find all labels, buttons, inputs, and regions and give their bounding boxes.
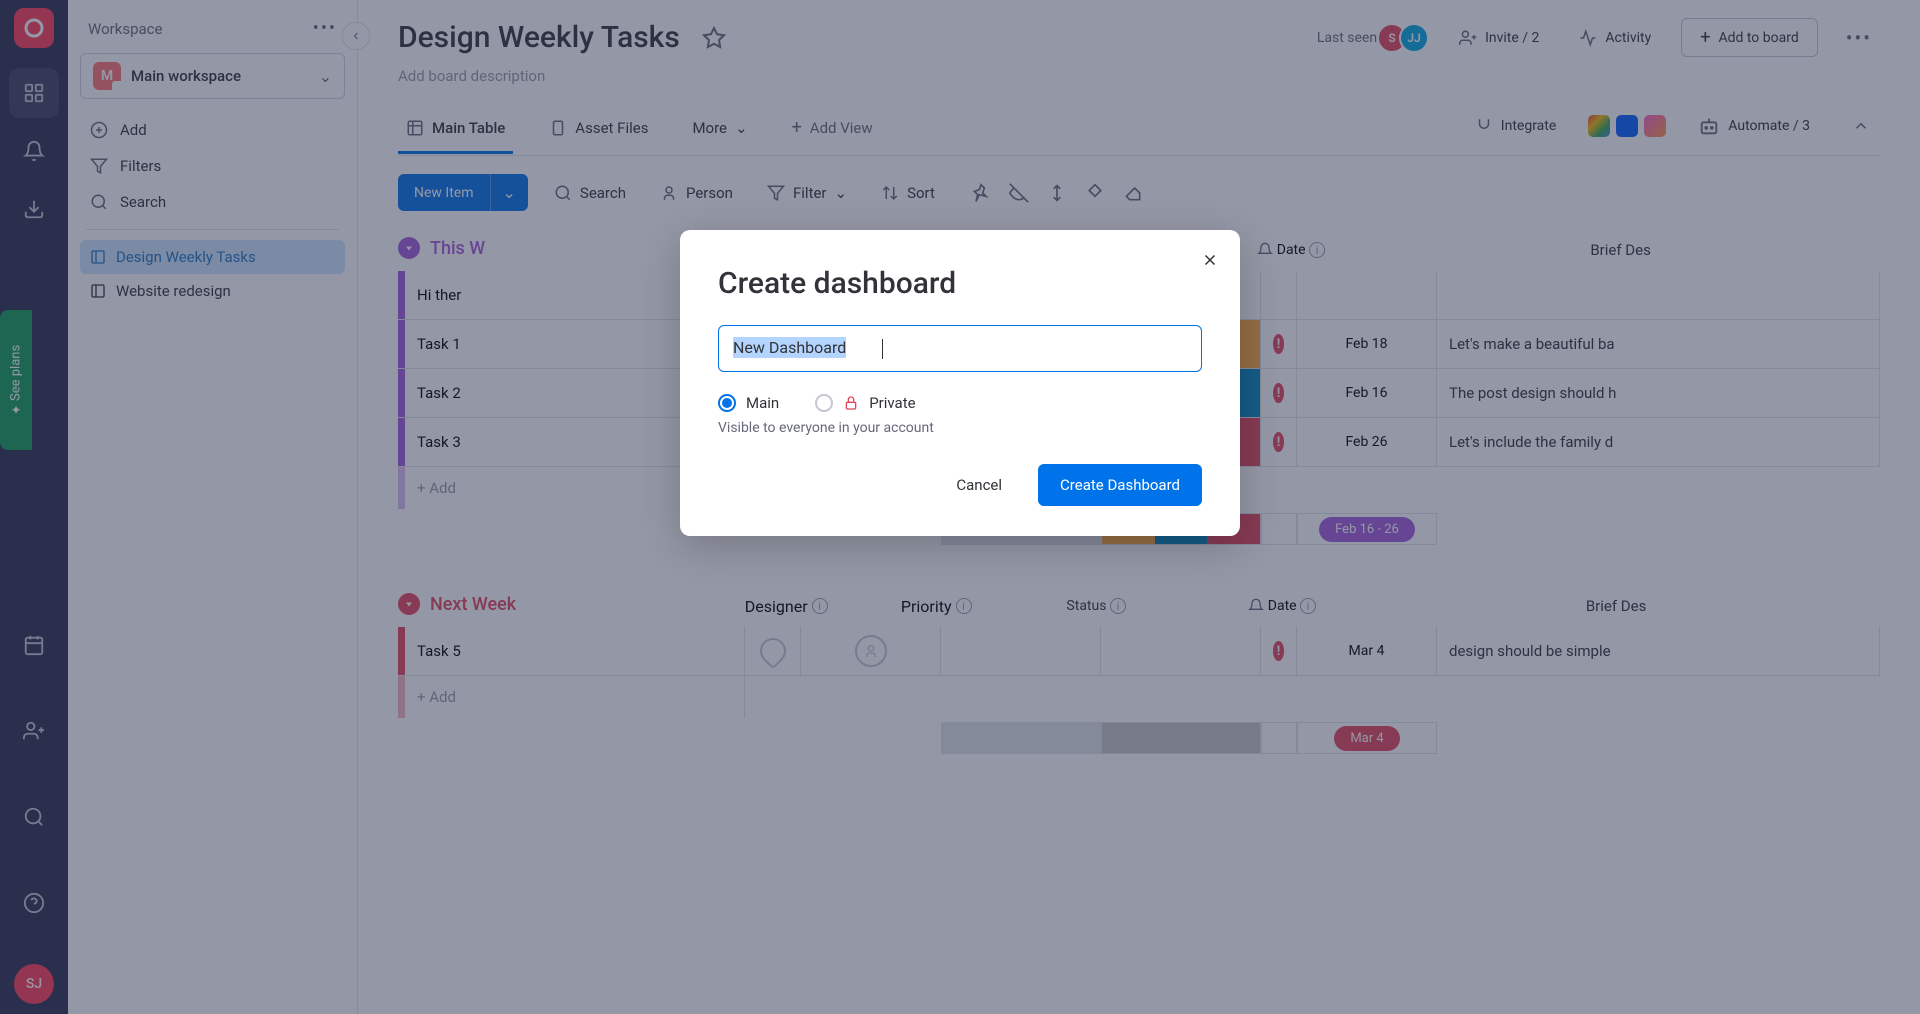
lock-icon (843, 395, 859, 411)
create-dashboard-modal: Create dashboard New Dashboard Main Priv… (680, 230, 1240, 536)
visibility-main-option[interactable]: Main (718, 394, 779, 412)
close-icon (1201, 251, 1219, 269)
radio-icon (815, 394, 833, 412)
close-button[interactable] (1198, 248, 1222, 272)
visibility-hint: Visible to everyone in your account (718, 420, 1202, 436)
cancel-button[interactable]: Cancel (934, 464, 1024, 506)
radio-checked-icon (718, 394, 736, 412)
dashboard-name-input[interactable]: New Dashboard (718, 325, 1202, 372)
create-dashboard-button[interactable]: Create Dashboard (1038, 464, 1202, 506)
visibility-private-option[interactable]: Private (815, 394, 915, 412)
modal-title: Create dashboard (718, 266, 1202, 301)
modal-overlay: Create dashboard New Dashboard Main Priv… (0, 0, 1920, 1014)
